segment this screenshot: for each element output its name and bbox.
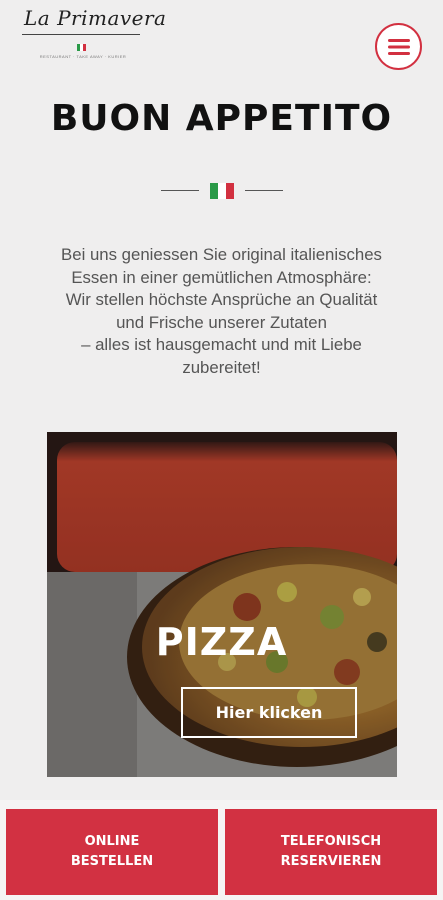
logo[interactable]: La Primavera RESTAURANT · TAKE AWAY · KU…: [20, 6, 166, 62]
intro-text: Bei uns geniessen Sie original italienis…: [20, 244, 423, 379]
card-title: PIZZA: [155, 620, 288, 664]
phone-reserve-button[interactable]: TELEFONISCH RESERVIEREN: [225, 809, 437, 895]
title-divider: [0, 181, 443, 201]
italian-flag-icon: [210, 183, 234, 199]
logo-text: La Primavera: [24, 6, 167, 30]
reserve-label-line1: TELEFONISCH: [280, 834, 382, 849]
page-title: BUON APPETITO: [50, 98, 393, 139]
divider-line-right: [245, 190, 283, 191]
intro-line: Essen in einer gemütlichen Atmosphäre:: [71, 267, 372, 287]
divider-line-left: [161, 190, 199, 191]
online-order-button[interactable]: ONLINE BESTELLEN: [6, 809, 218, 895]
logo-underline: [22, 34, 140, 35]
order-label-line2: BESTELLEN: [70, 854, 154, 869]
order-label-line1: ONLINE: [84, 834, 140, 849]
reserve-label-line2: RESERVIEREN: [280, 854, 382, 869]
intro-line: Bei uns geniessen Sie original italienis…: [61, 245, 382, 264]
intro-line: und Frische unserer Zutaten: [116, 312, 327, 332]
logo-tagline: RESTAURANT · TAKE AWAY · KURIER: [39, 54, 127, 59]
intro-line: zubereitet!: [182, 357, 261, 377]
site-header: La Primavera RESTAURANT · TAKE AWAY · KU…: [0, 0, 443, 78]
menu-button[interactable]: [375, 23, 422, 70]
logo-flag-icon: [77, 44, 86, 51]
intro-line: – alles ist hausgemacht und mit Liebe: [81, 335, 362, 354]
hamburger-menu-icon: [387, 38, 410, 55]
intro-line: Wir stellen höchste Ansprüche an Qualitä…: [65, 290, 378, 309]
card-link-button[interactable]: Hier klicken: [181, 687, 357, 738]
